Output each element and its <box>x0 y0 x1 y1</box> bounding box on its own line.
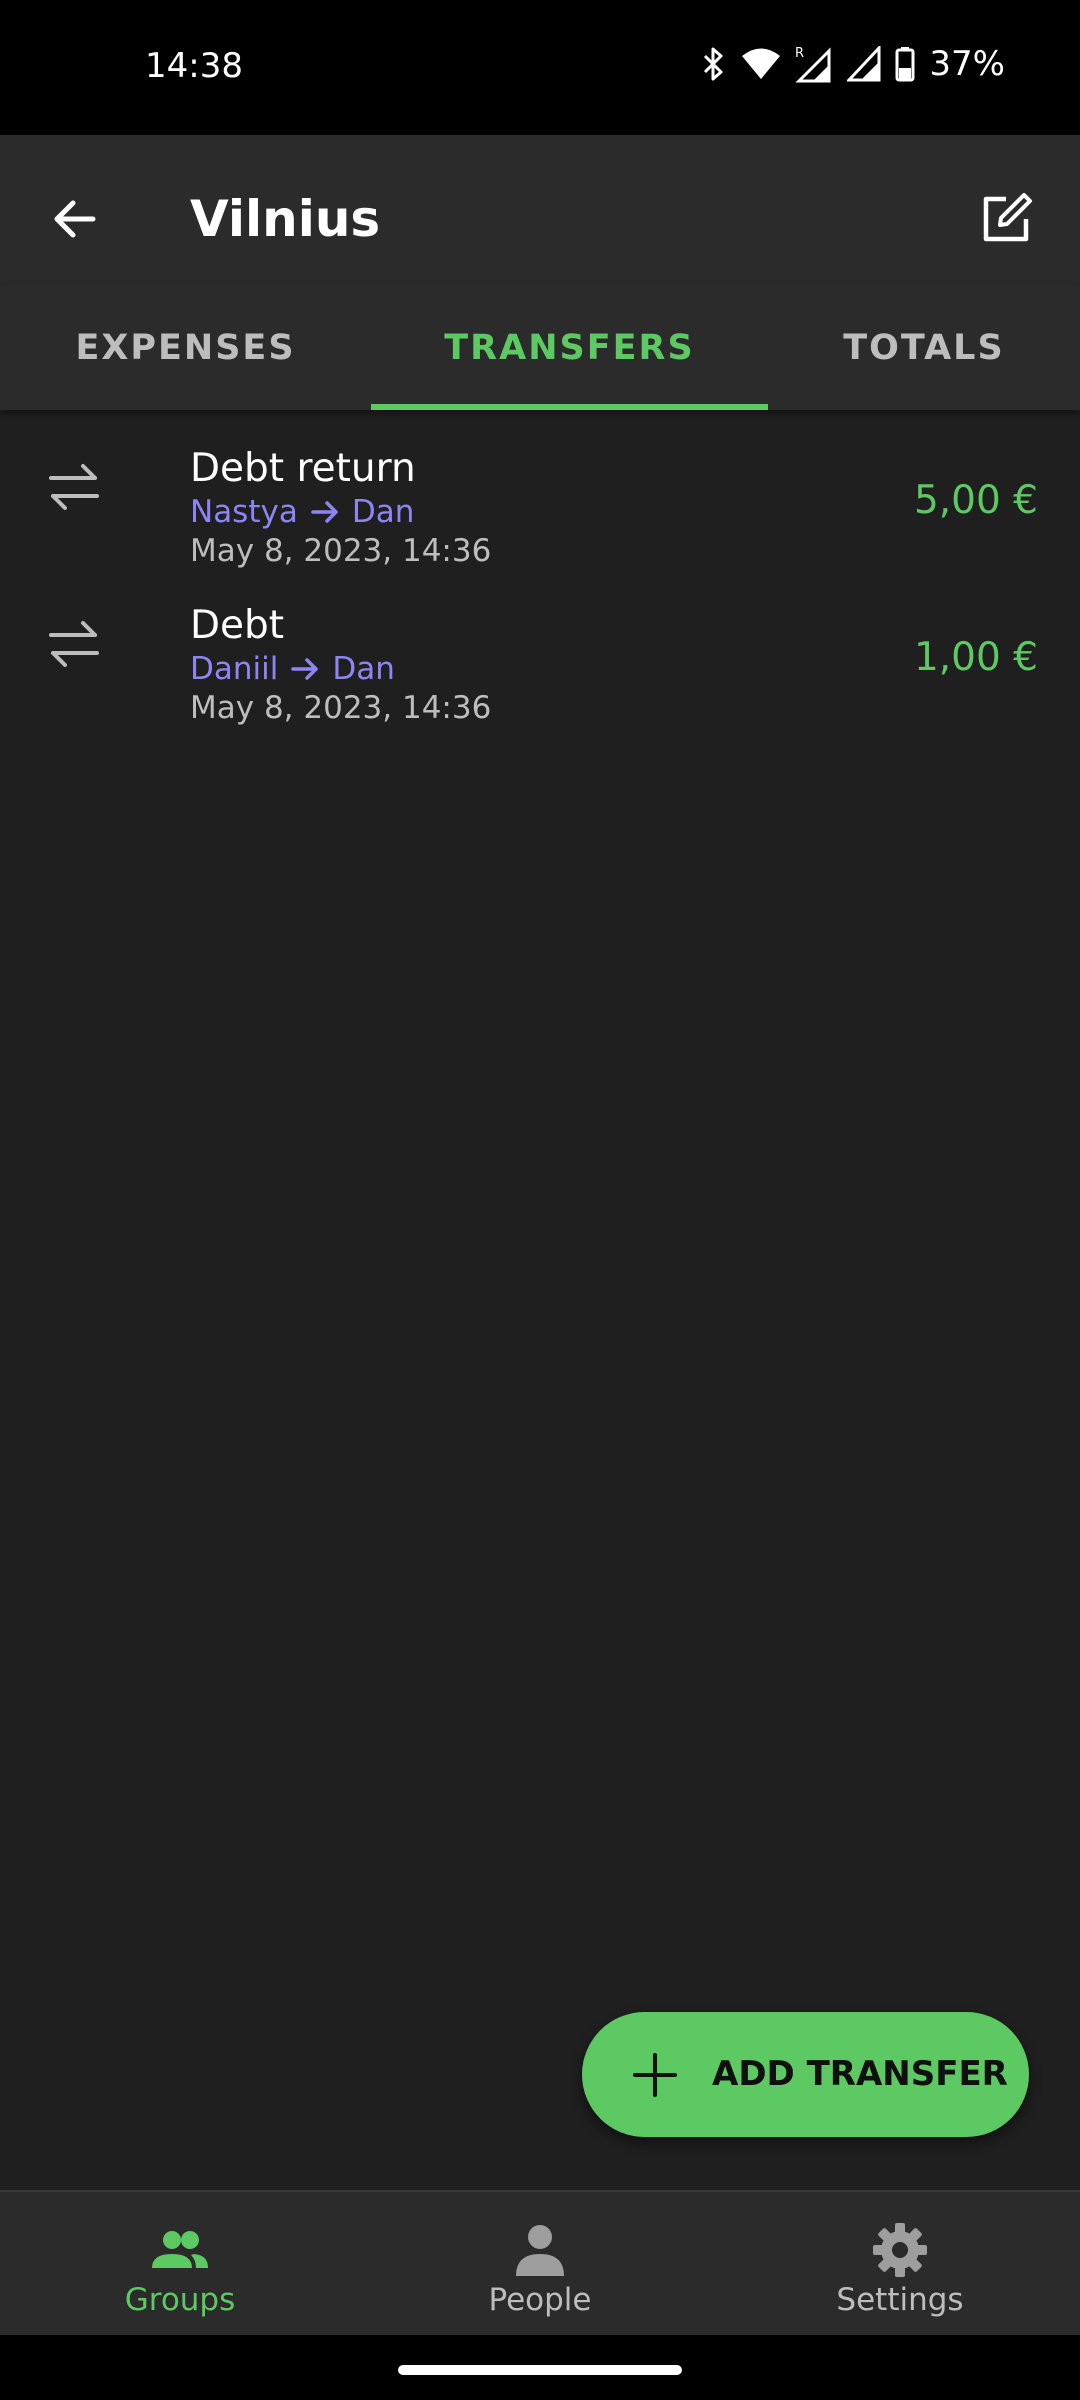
gesture-navigation-area <box>0 2335 1080 2400</box>
app-bar: Vilnius <box>0 135 1080 285</box>
transfer-participants: Nastya Dan <box>190 494 414 530</box>
nav-people[interactable]: People <box>360 2192 720 2337</box>
signal-icon <box>847 46 881 82</box>
transfer-date: May 8, 2023, 14:36 <box>190 690 492 726</box>
tab-expenses[interactable]: EXPENSES <box>0 285 371 410</box>
nav-settings-label: Settings <box>836 2282 964 2318</box>
nav-settings[interactable]: Settings <box>720 2192 1080 2337</box>
tab-transfers[interactable]: TRANSFERS <box>371 285 768 410</box>
edit-icon <box>983 193 1032 242</box>
status-bar: 14:38 R 37% <box>0 0 1080 135</box>
groups-icon <box>152 2231 208 2268</box>
tab-bar: EXPENSES TRANSFERS TOTALS <box>0 285 1080 410</box>
nav-groups-label: Groups <box>124 2282 236 2318</box>
signal-roaming-icon: R <box>795 46 831 83</box>
nav-people-label: People <box>488 2282 592 2318</box>
transfer-icon <box>49 464 99 510</box>
battery-percentage: 37% <box>929 44 1005 84</box>
add-transfer-label: ADD TRANSFER <box>712 2054 1008 2094</box>
status-icons: R 37% <box>701 44 1005 84</box>
transfer-title: Debt return <box>190 446 416 491</box>
arrow-right-icon <box>311 501 338 523</box>
transfer-icon <box>49 621 99 667</box>
add-transfer-button[interactable]: ADD TRANSFER <box>582 2012 1029 2137</box>
transfer-row[interactable]: Debt return Nastya Dan May 8, 2023, 14:3… <box>0 410 1080 569</box>
transfer-to[interactable]: Dan <box>332 651 395 687</box>
transfer-row[interactable]: Debt Daniil Dan May 8, 2023, 14:36 1,00 … <box>0 567 1080 726</box>
battery-icon <box>895 47 915 82</box>
svg-text:R: R <box>795 46 804 61</box>
arrow-right-icon <box>291 658 319 680</box>
tab-totals[interactable]: TOTALS <box>768 285 1080 410</box>
edit-group-button[interactable] <box>962 175 1050 263</box>
transfer-from[interactable]: Daniil <box>190 651 278 687</box>
group-title: Vilnius <box>190 190 381 248</box>
home-gesture-handle[interactable] <box>398 2365 682 2375</box>
nav-groups[interactable]: Groups <box>0 2192 360 2337</box>
status-time: 14:38 <box>145 46 243 86</box>
transfer-from[interactable]: Nastya <box>190 494 298 530</box>
arrow-back-icon <box>54 200 96 238</box>
transfer-title: Debt <box>190 603 285 648</box>
back-button[interactable] <box>30 175 118 263</box>
bottom-navigation: Groups People Settings <box>0 2190 1080 2335</box>
transfer-amount: 5,00 € <box>913 478 1038 523</box>
gear-icon <box>873 2223 927 2277</box>
transfer-participants: Daniil Dan <box>190 651 395 687</box>
transfer-date: May 8, 2023, 14:36 <box>190 533 492 569</box>
transfer-to[interactable]: Dan <box>352 494 415 530</box>
plus-icon <box>633 2053 677 2097</box>
transfer-amount: 1,00 € <box>913 635 1038 680</box>
person-icon <box>516 2225 564 2276</box>
transfers-list: Debt return Nastya Dan May 8, 2023, 14:3… <box>0 410 1080 726</box>
bluetooth-icon <box>704 47 723 81</box>
wifi-icon <box>742 48 781 79</box>
